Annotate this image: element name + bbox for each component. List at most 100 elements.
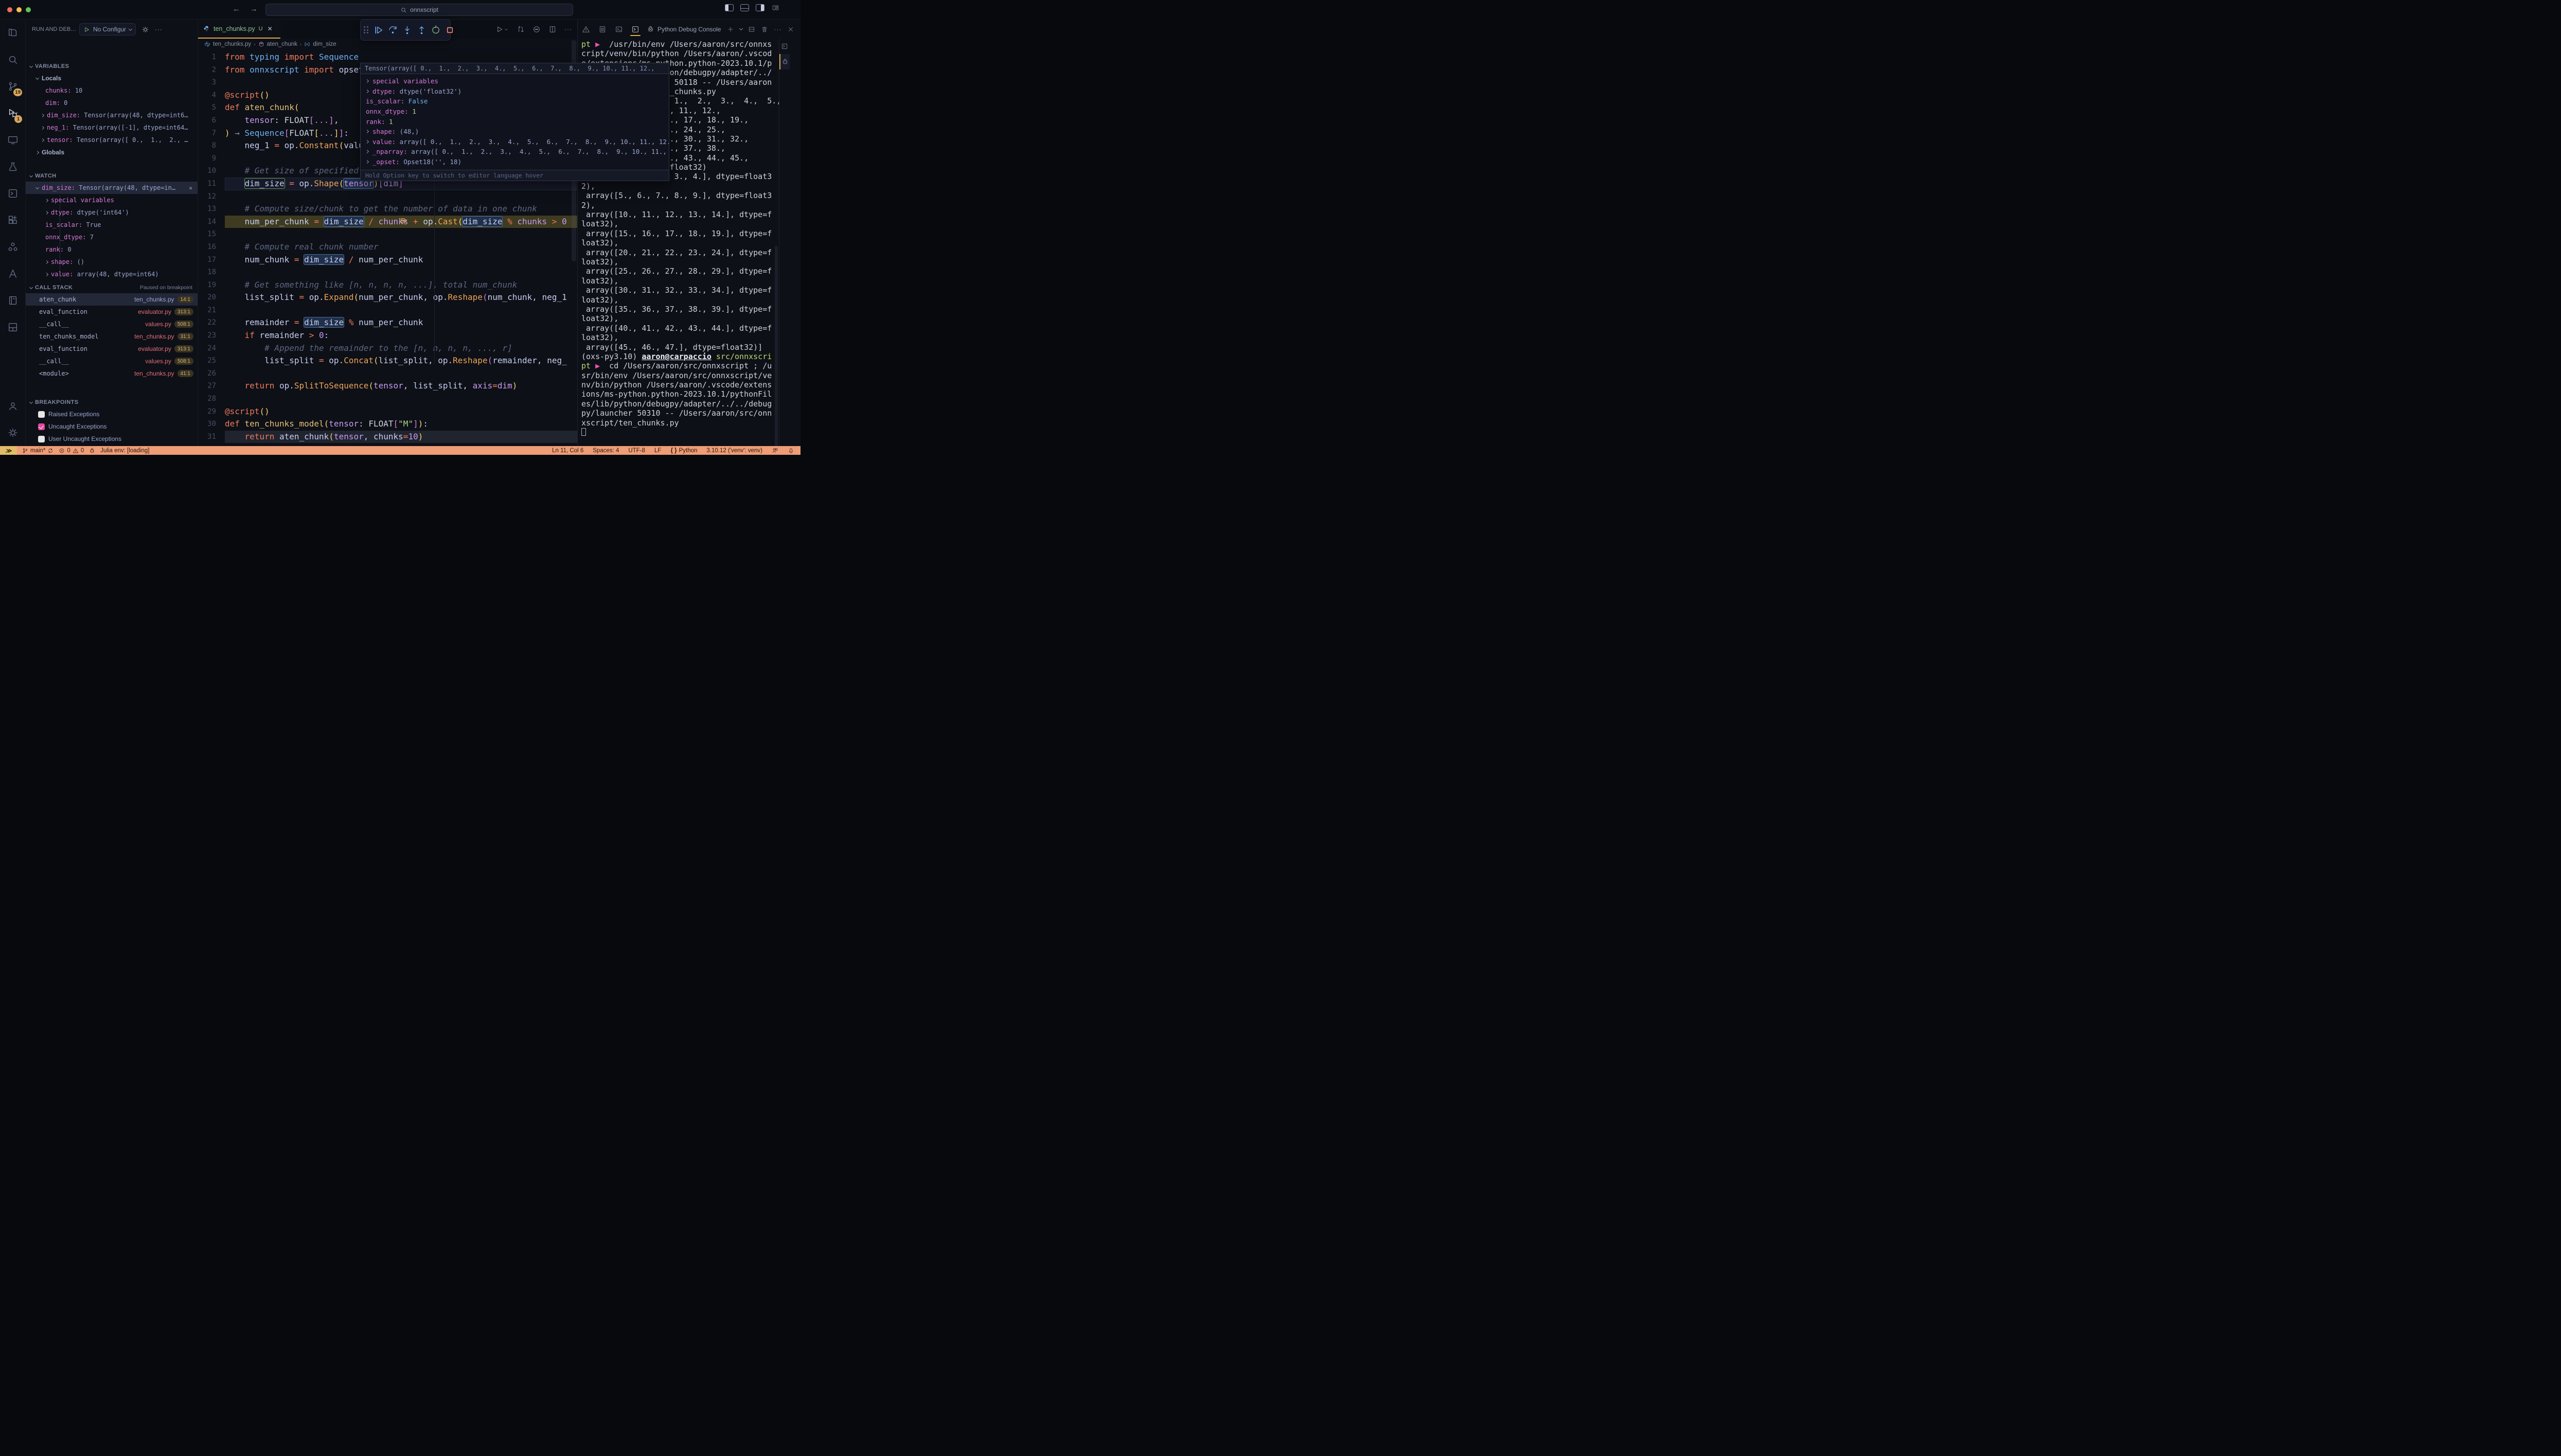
tab-ten-chunks[interactable]: ten_chunks.py U ✕ (198, 20, 280, 39)
line-number[interactable]: 14 (198, 216, 225, 228)
variable-row[interactable]: chunks: 10 (26, 84, 198, 97)
activity-bar-item[interactable] (0, 20, 26, 46)
split-terminal-icon[interactable] (748, 26, 755, 33)
run-options-icon[interactable] (532, 25, 541, 33)
line-number[interactable]: 28 (198, 393, 225, 405)
terminal-session-icon[interactable] (779, 39, 790, 54)
line-number[interactable]: 6 (198, 114, 225, 127)
indentation-status[interactable]: Spaces: 4 (593, 448, 619, 454)
activity-bar-item[interactable] (0, 287, 26, 314)
watch-row[interactable]: is_scalar: True (26, 219, 198, 231)
line-number[interactable]: 21 (198, 304, 225, 317)
step-into-button[interactable] (402, 25, 412, 35)
toggle-panel-icon[interactable] (740, 4, 749, 11)
code-line[interactable]: 19 # Get something like [n, n, n, n, ...… (198, 279, 577, 292)
code-line[interactable]: 22 remainder = dim_size % num_per_chunk (198, 316, 577, 329)
line-number[interactable]: 26 (198, 367, 225, 380)
breakpoint-checkbox[interactable] (38, 411, 45, 418)
tooltip-property-row[interactable]: special variables (361, 76, 669, 86)
code-line[interactable]: 25 list_split = op.Concat(list_split, op… (198, 354, 577, 367)
call-stack-section-header[interactable]: CALL STACK Paused on breakpoint (26, 282, 198, 293)
line-number[interactable]: 31 (198, 431, 225, 443)
code-line[interactable]: 21 (198, 304, 577, 317)
command-center-search[interactable]: onnxscript (265, 4, 573, 16)
tooltip-property-row[interactable]: shape: (48,) (361, 127, 669, 137)
debug-console-tab-icon[interactable] (614, 20, 624, 39)
line-number[interactable]: 9 (198, 152, 225, 165)
code-line[interactable]: 27 return op.SplitToSequence(tensor, lis… (198, 380, 577, 393)
tooltip-property-row[interactable]: is_scalar: False (361, 96, 669, 106)
cursor-position-status[interactable]: Ln 11, Col 6 (552, 448, 583, 454)
line-number[interactable]: 10 (198, 165, 225, 177)
activity-bar-item[interactable]: 1 (0, 100, 26, 127)
activity-bar-item[interactable] (0, 46, 26, 73)
tooltip-property-row[interactable]: _opset: Opset18('', 18) (361, 157, 669, 167)
line-number[interactable]: 12 (198, 190, 225, 203)
variable-row[interactable]: Locals (26, 72, 198, 84)
variable-row[interactable]: dim_size: Tensor(array(48, dtype=int6… (26, 109, 198, 121)
breadcrumb-symbol[interactable]: aten_chunk (267, 41, 297, 47)
variable-row[interactable]: neg_1: Tensor(array([-1], dtype=int64… (26, 121, 198, 134)
tooltip-property-row[interactable]: value: array([ 0., 1., 2., 3., 4., 5., 6… (361, 137, 669, 147)
split-editor-icon[interactable] (548, 25, 557, 33)
call-stack-frame[interactable]: <module> ten_chunks.py 41:1 (26, 367, 198, 380)
breadcrumb-file[interactable]: ten_chunks.py (213, 41, 251, 47)
breakpoints-section-header[interactable]: BREAKPOINTS (26, 397, 198, 408)
variable-row[interactable]: Globals (26, 146, 198, 158)
breakpoint-checkbox[interactable] (38, 423, 45, 430)
editor-more-actions-icon[interactable]: ··· (564, 26, 572, 33)
navigate-forward-icon[interactable]: → (250, 5, 258, 13)
close-panel-icon[interactable] (787, 26, 794, 33)
drag-handle[interactable] (364, 26, 368, 33)
code-line[interactable]: 29 @script() (198, 405, 577, 418)
remote-indicator[interactable]: ≫ (0, 446, 17, 455)
variable-row[interactable]: dim: 0 (26, 97, 198, 109)
code-line[interactable]: 26 (198, 367, 577, 380)
panel-more-actions-icon[interactable]: ··· (774, 26, 781, 33)
activity-bar-item[interactable] (0, 207, 26, 234)
line-number[interactable]: 29 (198, 405, 225, 418)
debug-settings-gear-icon[interactable] (141, 26, 149, 33)
breakpoint-row[interactable]: Uncaught Exceptions (26, 420, 198, 433)
code-line[interactable]: 17 num_chunk = dim_size / num_per_chunk (198, 254, 577, 267)
activity-bar-item[interactable] (0, 234, 26, 260)
call-stack-frame[interactable]: aten_chunk ten_chunks.py 14:1 (26, 293, 198, 306)
toggle-secondary-sidebar-icon[interactable] (756, 4, 764, 11)
open-changes-icon[interactable] (517, 25, 525, 33)
watch-row[interactable]: onnx_dtype: 7 (26, 231, 198, 243)
line-number[interactable]: 1 (198, 51, 225, 64)
call-stack-frame[interactable]: eval_function evaluator.py 313:1 (26, 343, 198, 355)
output-tab-icon[interactable] (597, 20, 608, 39)
tooltip-property-row[interactable]: onnx_dtype: 1 (361, 106, 669, 117)
encoding-status[interactable]: UTF-8 (628, 448, 645, 454)
variables-section-header[interactable]: VARIABLES (26, 61, 198, 72)
line-number[interactable]: 25 (198, 354, 225, 367)
watch-row[interactable]: value: array(48, dtype=int64) (26, 268, 198, 280)
run-python-file-icon[interactable] (495, 25, 504, 33)
line-number[interactable]: 2 (198, 64, 225, 77)
line-number[interactable]: 8 (198, 139, 225, 152)
problems-status[interactable]: 0 0 (59, 448, 84, 454)
activity-bar-item[interactable] (0, 127, 26, 153)
terminal-scrollbar[interactable] (775, 246, 778, 452)
new-terminal-icon[interactable] (727, 26, 734, 33)
activity-bar-item[interactable] (0, 180, 26, 207)
continue-button[interactable] (374, 25, 383, 35)
line-number[interactable]: 17 (198, 254, 225, 267)
activity-bar-item[interactable] (0, 153, 26, 180)
feedback-icon[interactable] (772, 447, 778, 454)
code-line[interactable]: 15 (198, 228, 577, 241)
code-line[interactable]: 31 return aten_chunk(tensor, chunks=10) (198, 431, 577, 443)
step-over-button[interactable] (388, 25, 398, 35)
line-number[interactable]: 3 (198, 76, 225, 89)
debug-config-dropdown[interactable]: No Configur (79, 23, 136, 35)
watch-row[interactable]: shape: () (26, 256, 198, 268)
line-number[interactable]: 4 (198, 89, 225, 102)
terminal-tab-icon[interactable] (630, 20, 641, 39)
activity-bar-item[interactable] (0, 314, 26, 341)
activity-bar-item[interactable] (0, 393, 26, 419)
line-number[interactable]: 20 (198, 291, 225, 304)
terminal-dropdown-icon[interactable] (739, 27, 743, 30)
customize-layout-icon[interactable] (771, 4, 780, 11)
minimize-window-button[interactable] (16, 7, 22, 12)
